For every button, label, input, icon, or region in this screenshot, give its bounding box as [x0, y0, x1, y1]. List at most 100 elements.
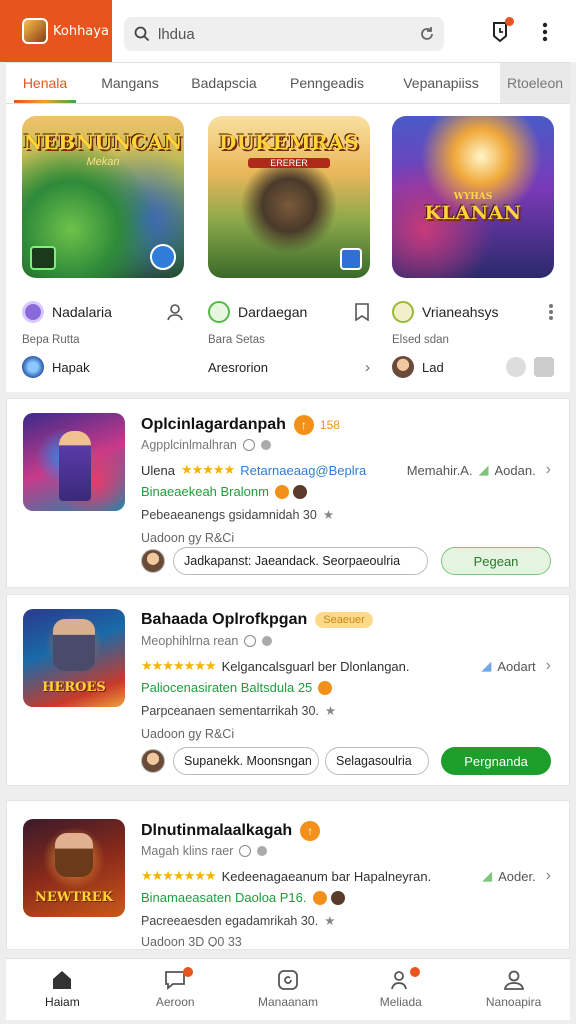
- rating-link[interactable]: Aodan.: [494, 463, 535, 478]
- refresh-icon[interactable]: [418, 25, 436, 43]
- avatar-mini-icon: [292, 484, 307, 499]
- release-date: Uadoon gy R&Ci: [141, 727, 235, 741]
- people-icon: [390, 971, 407, 990]
- tab-henala[interactable]: Henala: [6, 63, 84, 103]
- developer-name[interactable]: Paliocenasiraten Baltsdula 25: [141, 680, 312, 695]
- game-artwork[interactable]: NEBNUNCAN Mekan: [22, 116, 184, 278]
- avatar-mini-icon: [330, 890, 345, 905]
- nav-profile[interactable]: Nanoapira: [457, 959, 570, 1020]
- rating-desc: Retarnaeaag@Beplra: [240, 462, 367, 478]
- game-title: Dlnutinmalaalkagah: [141, 822, 293, 839]
- tag-chip[interactable]: Supanekk. Moonsngan: [173, 747, 319, 775]
- rating-desc: Kedeenagaeanum bar Hapalneyran.: [221, 868, 432, 884]
- category-tabs: Henala Mangans Badapscia Penngeadis Vepa…: [6, 62, 570, 104]
- meta-row: Parpceanaen sementarrikah 30. ★: [141, 703, 337, 719]
- game-artwork[interactable]: DUKEMRAS ERERER: [208, 116, 370, 278]
- art-title: DUKEMRAS: [218, 130, 360, 154]
- featured-sub: Bara Setas: [208, 334, 265, 346]
- flag-icon[interactable]: [534, 357, 554, 377]
- search-circle-icon[interactable]: [506, 357, 526, 377]
- featured-name: Nadalaria: [52, 304, 112, 320]
- game-list-item[interactable]: NEWTREK Dlnutinmalaalkagah ↑ Magah klins…: [6, 800, 570, 950]
- game-subtitle: Meophihlrna rean: [141, 634, 239, 648]
- get-button[interactable]: Pegean: [441, 547, 551, 575]
- nav-label: Nanoapira: [485, 995, 542, 1009]
- home-icon: [53, 971, 72, 989]
- more-menu-button[interactable]: [533, 20, 557, 44]
- bookmark-icon[interactable]: [354, 303, 370, 321]
- developer-name[interactable]: Binamaeasaten Daoloa P16.: [141, 890, 307, 905]
- copyright-icon: [244, 635, 257, 647]
- meta-text: Parpceanaen sementarrikah 30.: [141, 703, 319, 718]
- chevron-right-icon[interactable]: ›: [546, 867, 551, 885]
- game-title: Oplcinlagardanpah: [141, 416, 286, 433]
- game-badge-icon: [30, 246, 56, 270]
- rating-desc: Kelgancalsguarl ber Dlonlangan.: [221, 658, 410, 674]
- game-artwork[interactable]: WYHAS KLANAN: [392, 116, 554, 278]
- chevron-right-icon[interactable]: ›: [546, 657, 551, 675]
- release-date: Uadoon gy R&Ci: [141, 531, 235, 545]
- more-vertical-icon: [542, 22, 548, 42]
- globe-icon: [22, 356, 44, 378]
- notification-button[interactable]: [488, 17, 514, 44]
- info-icon: [262, 636, 273, 646]
- rating-link[interactable]: Aodart: [497, 659, 535, 674]
- nav-home[interactable]: Haiam: [6, 959, 119, 1020]
- art-title: NEWTREK: [34, 890, 114, 905]
- featured-sub: Bepa Rutta: [22, 334, 80, 346]
- search-input[interactable]: lhdua: [124, 17, 444, 51]
- play-badge-icon: [150, 244, 176, 270]
- game-thumbnail[interactable]: NEWTREK: [23, 819, 125, 917]
- search-value: lhdua: [158, 25, 195, 43]
- rating-prefix: Ulena: [141, 462, 175, 478]
- rating-row: Ulena ★★★★★ Retarnaeaag@Beplra Memahir.A…: [141, 461, 551, 479]
- game-thumbnail[interactable]: [23, 413, 125, 511]
- hero-figure-icon: [59, 431, 91, 501]
- nav-social[interactable]: Meliada: [344, 959, 457, 1020]
- top-bar: Kohhaya lhdua: [0, 0, 576, 62]
- nav-label: Manaanam: [257, 995, 319, 1009]
- nav-messages[interactable]: Aeroon: [119, 959, 232, 1020]
- rating-link[interactable]: Aoder.: [498, 869, 536, 884]
- star-icon: ★: [324, 704, 337, 718]
- art-title: HEROES: [42, 680, 106, 695]
- coin-icon: [318, 680, 333, 695]
- app-logo[interactable]: Kohhaya: [0, 0, 112, 62]
- rating-row: ★★★★★★★ Kedeenagaeanum bar Hapalneyran. …: [141, 867, 551, 885]
- meta-text: Pacreeaesden egadamrikah 30.: [141, 913, 319, 928]
- game-subtitle-row: Magah klins raer: [141, 844, 268, 858]
- tab-vepanapiiss[interactable]: Vepanapiiss: [382, 63, 500, 103]
- tab-badapscia[interactable]: Badapscia: [176, 63, 272, 103]
- developer-name[interactable]: Binaeaekeah Bralonm: [141, 484, 269, 499]
- tag-chip[interactable]: Jadkapanst: Jaeandack. Seorpaeoulria: [173, 547, 428, 575]
- copyright-icon: [239, 845, 252, 857]
- star-rating-icon: ★★★★★★★: [141, 868, 217, 883]
- chevron-right-icon[interactable]: ›: [365, 359, 370, 376]
- search-icon: [134, 26, 150, 42]
- more-vertical-icon[interactable]: [548, 303, 554, 321]
- user-icon[interactable]: [166, 303, 184, 321]
- tab-rtoeleon[interactable]: Rtoeleon: [500, 63, 570, 103]
- notification-dot: [410, 967, 421, 977]
- chevron-right-icon[interactable]: ›: [546, 461, 551, 479]
- featured-card[interactable]: WYHAS KLANAN Vrianeahsys Elsed sdan Lad: [382, 104, 562, 392]
- game-subtitle: Magah klins raer: [141, 844, 234, 858]
- release-date: Uadoon 3D Q0 33: [141, 935, 242, 947]
- featured-section: NEBNUNCAN Mekan Nadalaria Bepa Rutta Hap…: [6, 104, 570, 392]
- get-button[interactable]: Pergnanda: [441, 747, 551, 775]
- game-list-item[interactable]: Oplcinlagardanpah ↑ 158 Agpplcinlmalhran…: [6, 398, 570, 588]
- game-list-item[interactable]: HEROES Bahaada Oplrofkpgan Seaeuer Meoph…: [6, 594, 570, 786]
- featured-card[interactable]: DUKEMRAS ERERER Dardaegan Bara Setas Are…: [198, 104, 378, 392]
- game-thumbnail[interactable]: HEROES: [23, 609, 125, 707]
- tag-chip[interactable]: Selagasoulria: [325, 747, 429, 775]
- tab-penngeadis[interactable]: Penngeadis: [272, 63, 382, 103]
- art-subtitle: WYHAS: [453, 192, 493, 202]
- featured-footer: Lad: [422, 359, 444, 375]
- featured-card[interactable]: NEBNUNCAN Mekan Nadalaria Bepa Rutta Hap…: [12, 104, 192, 392]
- nav-label: Aeroon: [155, 995, 195, 1009]
- meta-text: Pebeaeanengs gsidamnidah 30: [141, 507, 317, 522]
- tab-mangans[interactable]: Mangans: [84, 63, 176, 103]
- nav-store[interactable]: Manaanam: [232, 959, 345, 1020]
- featured-sub: Elsed sdan: [392, 334, 449, 346]
- star-rating-icon: ★★★★★: [180, 462, 235, 477]
